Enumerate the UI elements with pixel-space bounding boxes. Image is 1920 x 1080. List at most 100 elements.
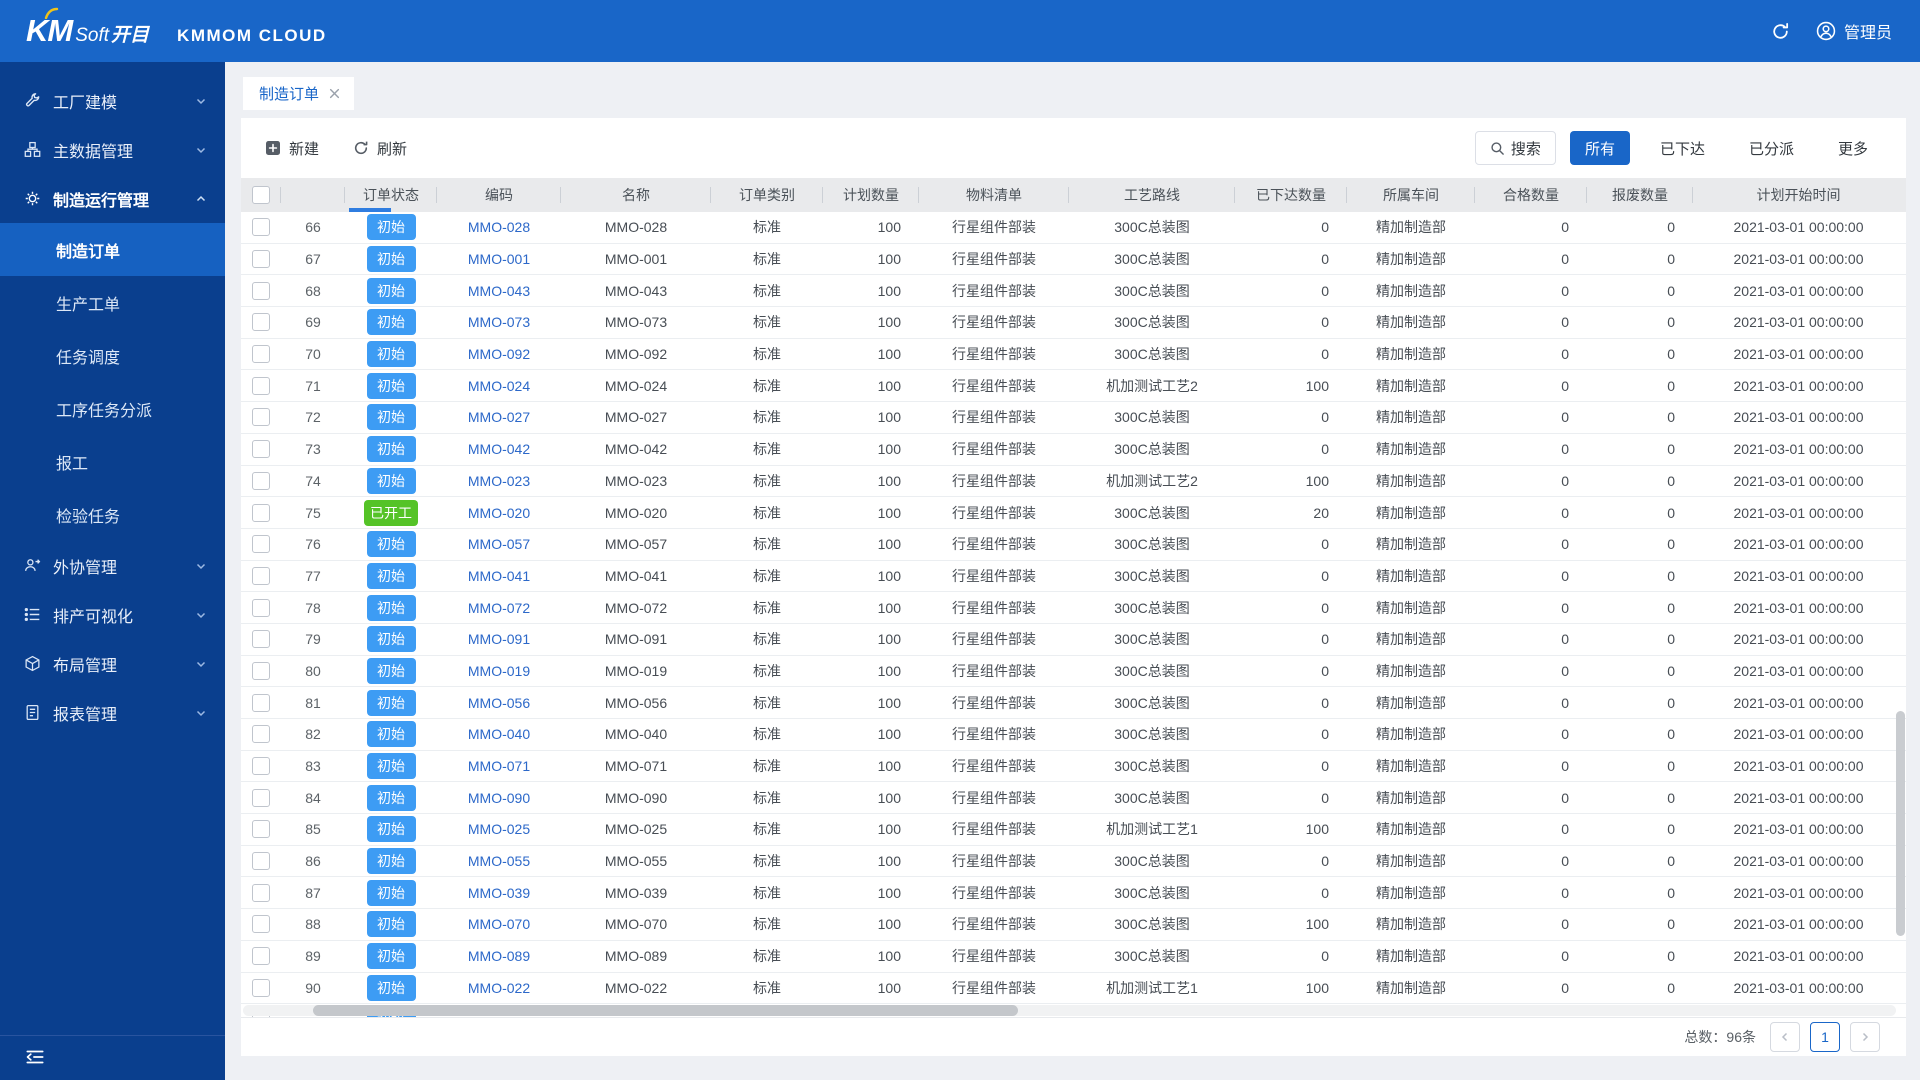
row-checkbox[interactable] [252, 630, 270, 648]
table-row[interactable]: 88 初始 MMO-070 MMO-070 标准 100 行星组件部装 300C… [241, 909, 1906, 941]
sidebar-item-operation-task-dispatch[interactable]: 工序任务分派 [0, 382, 225, 435]
column-header-qualified-qty[interactable]: 合格数量 [1475, 178, 1587, 212]
order-code-link[interactable]: MMO-027 [437, 409, 561, 425]
next-page-button[interactable] [1850, 1022, 1880, 1052]
row-checkbox[interactable] [252, 662, 270, 680]
order-code-link[interactable]: MMO-023 [437, 473, 561, 489]
sidebar-item-inspection-tasks[interactable]: 检验任务 [0, 488, 225, 541]
prev-page-button[interactable] [1770, 1022, 1800, 1052]
order-code-link[interactable]: MMO-039 [437, 885, 561, 901]
column-header-code[interactable]: 编码 [437, 178, 561, 212]
order-code-link[interactable]: MMO-022 [437, 980, 561, 996]
sidebar-item-task-scheduling[interactable]: 任务调度 [0, 329, 225, 382]
row-checkbox[interactable] [252, 408, 270, 426]
vertical-scrollbar-thumb[interactable] [1896, 711, 1905, 936]
table-row[interactable]: 68 初始 MMO-043 MMO-043 标准 100 行星组件部装 300C… [241, 275, 1906, 307]
order-code-link[interactable]: MMO-024 [437, 378, 561, 394]
table-row[interactable]: 75 已开工 MMO-020 MMO-020 标准 100 行星组件部装 300… [241, 497, 1906, 529]
table-row[interactable]: 69 初始 MMO-073 MMO-073 标准 100 行星组件部装 300C… [241, 307, 1906, 339]
row-checkbox[interactable] [252, 535, 270, 553]
order-code-link[interactable]: MMO-057 [437, 536, 561, 552]
sidebar-item-production-work-orders[interactable]: 生产工单 [0, 276, 225, 329]
row-checkbox[interactable] [252, 472, 270, 490]
table-row[interactable]: 83 初始 MMO-071 MMO-071 标准 100 行星组件部装 300C… [241, 751, 1906, 783]
filter-released-button[interactable]: 已下达 [1646, 131, 1719, 165]
sidebar-item-work-reporting[interactable]: 报工 [0, 435, 225, 488]
new-order-button[interactable]: 新建 [265, 138, 319, 159]
table-row[interactable]: 79 初始 MMO-091 MMO-091 标准 100 行星组件部装 300C… [241, 624, 1906, 656]
table-row[interactable]: 76 初始 MMO-057 MMO-057 标准 100 行星组件部装 300C… [241, 529, 1906, 561]
row-checkbox[interactable] [252, 884, 270, 902]
row-checkbox[interactable] [252, 725, 270, 743]
row-checkbox[interactable] [252, 282, 270, 300]
sidebar-item-manufacturing-ops[interactable]: 制造运行管理 [0, 174, 225, 223]
table-row[interactable]: 72 初始 MMO-027 MMO-027 标准 100 行星组件部装 300C… [241, 402, 1906, 434]
row-checkbox[interactable] [252, 345, 270, 363]
order-code-link[interactable]: MMO-019 [437, 663, 561, 679]
row-checkbox[interactable] [252, 915, 270, 933]
table-row[interactable]: 87 初始 MMO-039 MMO-039 标准 100 行星组件部装 300C… [241, 877, 1906, 909]
refresh-button[interactable]: 刷新 [353, 138, 407, 159]
order-code-link[interactable]: MMO-020 [437, 505, 561, 521]
tab-manufacturing-orders[interactable]: 制造订单 [243, 77, 354, 110]
column-header-routing[interactable]: 工艺路线 [1069, 178, 1235, 212]
row-checkbox[interactable] [252, 567, 270, 585]
search-button[interactable]: 搜索 [1475, 131, 1556, 165]
sidebar-item-factory-modeling[interactable]: 工厂建模 [0, 76, 225, 125]
table-row[interactable]: 82 初始 MMO-040 MMO-040 标准 100 行星组件部装 300C… [241, 719, 1906, 751]
horizontal-scrollbar-thumb[interactable] [313, 1005, 1018, 1016]
row-checkbox[interactable] [252, 440, 270, 458]
row-checkbox[interactable] [252, 947, 270, 965]
select-all-checkbox[interactable] [252, 186, 270, 204]
table-row[interactable]: 71 初始 MMO-024 MMO-024 标准 100 行星组件部装 机加测试… [241, 370, 1906, 402]
table-row[interactable]: 73 初始 MMO-042 MMO-042 标准 100 行星组件部装 300C… [241, 434, 1906, 466]
table-row[interactable]: 70 初始 MMO-092 MMO-092 标准 100 行星组件部装 300C… [241, 339, 1906, 371]
column-header-released-qty[interactable]: 已下达数量 [1235, 178, 1347, 212]
close-icon[interactable] [329, 88, 340, 99]
row-checkbox[interactable] [252, 599, 270, 617]
order-code-link[interactable]: MMO-091 [437, 631, 561, 647]
column-header-scrap-qty[interactable]: 报废数量 [1587, 178, 1693, 212]
order-code-link[interactable]: MMO-043 [437, 283, 561, 299]
order-code-link[interactable]: MMO-040 [437, 726, 561, 742]
column-header-bom[interactable]: 物料清单 [919, 178, 1069, 212]
filter-more-button[interactable]: 更多 [1824, 131, 1882, 165]
row-checkbox[interactable] [252, 757, 270, 775]
table-row[interactable]: 85 初始 MMO-025 MMO-025 标准 100 行星组件部装 机加测试… [241, 814, 1906, 846]
filter-all-button[interactable]: 所有 [1570, 131, 1630, 165]
row-checkbox[interactable] [252, 504, 270, 522]
table-row[interactable]: 89 初始 MMO-089 MMO-089 标准 100 行星组件部装 300C… [241, 941, 1906, 973]
row-checkbox[interactable] [252, 789, 270, 807]
row-checkbox[interactable] [252, 979, 270, 997]
table-row[interactable]: 74 初始 MMO-023 MMO-023 标准 100 行星组件部装 机加测试… [241, 466, 1906, 498]
column-header-start-time[interactable]: 计划开始时间 [1693, 178, 1904, 212]
order-code-link[interactable]: MMO-001 [437, 251, 561, 267]
row-checkbox[interactable] [252, 820, 270, 838]
order-code-link[interactable]: MMO-089 [437, 948, 561, 964]
row-checkbox[interactable] [252, 218, 270, 236]
table-row[interactable]: 66 初始 MMO-028 MMO-028 标准 100 行星组件部装 300C… [241, 212, 1906, 244]
order-code-link[interactable]: MMO-070 [437, 916, 561, 932]
row-checkbox[interactable] [252, 694, 270, 712]
order-code-link[interactable]: MMO-028 [437, 219, 561, 235]
order-code-link[interactable]: MMO-056 [437, 695, 561, 711]
table-row[interactable]: 80 初始 MMO-019 MMO-019 标准 100 行星组件部装 300C… [241, 656, 1906, 688]
table-row[interactable]: 77 初始 MMO-041 MMO-041 标准 100 行星组件部装 300C… [241, 561, 1906, 593]
order-code-link[interactable]: MMO-090 [437, 790, 561, 806]
current-page-button[interactable]: 1 [1810, 1022, 1840, 1052]
filter-dispatched-button[interactable]: 已分派 [1735, 131, 1808, 165]
order-code-link[interactable]: MMO-071 [437, 758, 561, 774]
order-code-link[interactable]: MMO-041 [437, 568, 561, 584]
row-checkbox[interactable] [252, 313, 270, 331]
column-header-type[interactable]: 订单类别 [711, 178, 823, 212]
table-row[interactable]: 86 初始 MMO-055 MMO-055 标准 100 行星组件部装 300C… [241, 846, 1906, 878]
table-row[interactable]: 81 初始 MMO-056 MMO-056 标准 100 行星组件部装 300C… [241, 687, 1906, 719]
sidebar-item-report-management[interactable]: 报表管理 [0, 688, 225, 737]
user-menu[interactable]: 管理员 [1816, 19, 1892, 43]
sidebar-item-manufacturing-orders[interactable]: 制造订单 [0, 223, 225, 276]
column-header-workshop[interactable]: 所属车间 [1347, 178, 1475, 212]
order-code-link[interactable]: MMO-072 [437, 600, 561, 616]
sidebar-item-master-data[interactable]: 主数据管理 [0, 125, 225, 174]
sidebar-item-layout-management[interactable]: 布局管理 [0, 639, 225, 688]
order-code-link[interactable]: MMO-092 [437, 346, 561, 362]
